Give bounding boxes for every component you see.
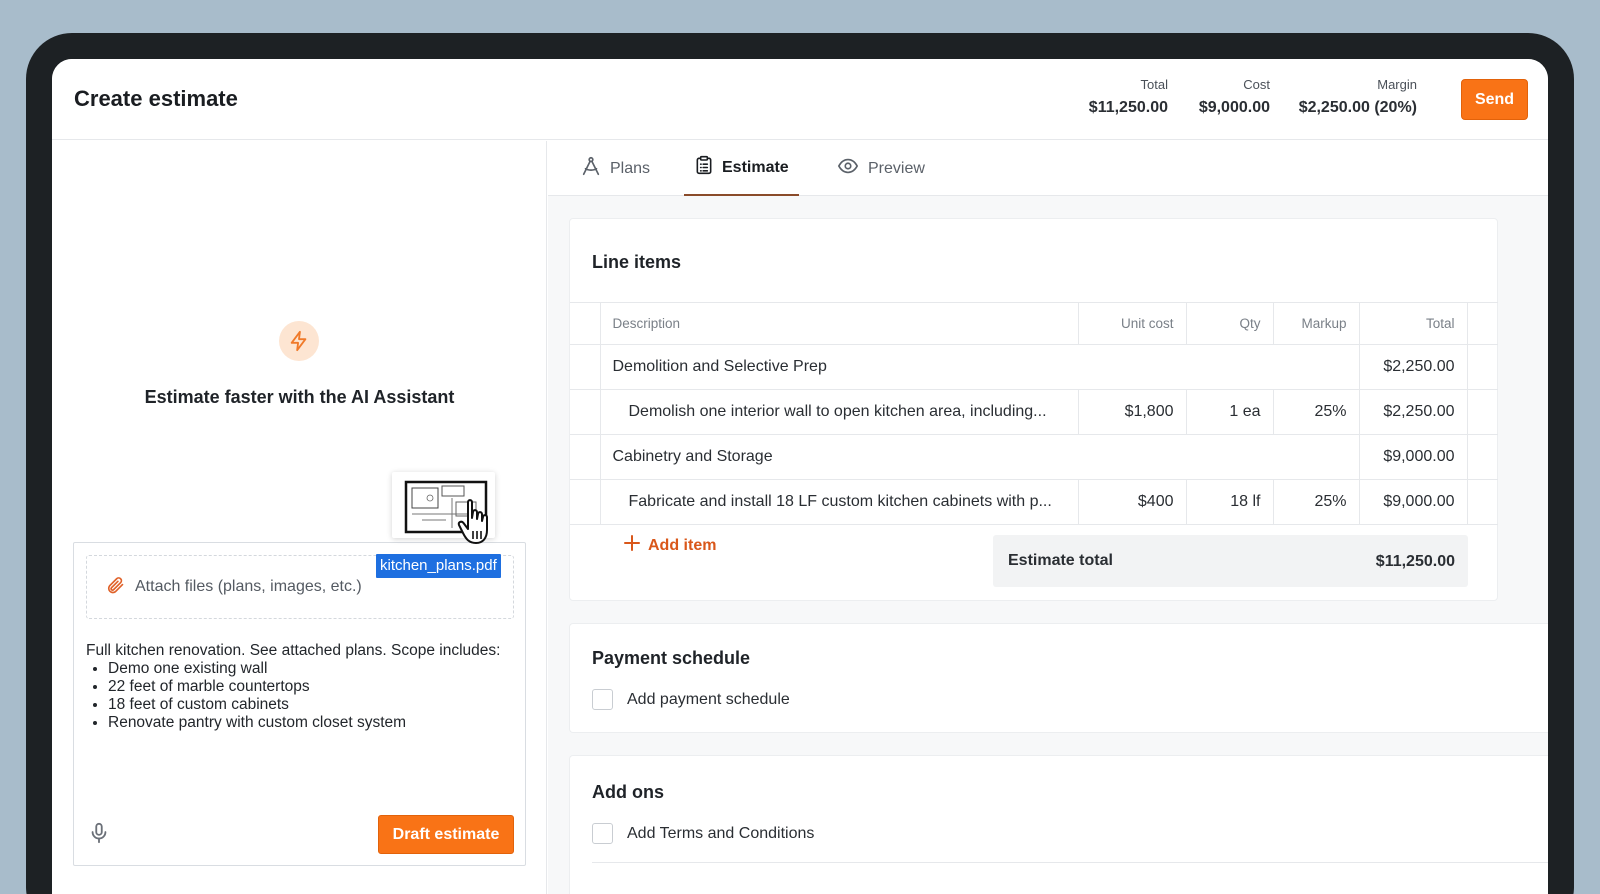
group-total: $9,000.00	[1359, 434, 1468, 480]
estimate-total-box: Estimate total $11,250.00	[993, 535, 1468, 587]
tab-estimate-label: Estimate	[722, 158, 789, 176]
column-header: Total	[1359, 302, 1468, 345]
send-button[interactable]: Send	[1461, 79, 1528, 120]
row-handle[interactable]	[570, 434, 601, 480]
item-qty[interactable]: 18 lf	[1186, 479, 1274, 525]
payment-schedule-checkbox-label: Add payment schedule	[627, 690, 790, 708]
line-items-card: Line items Description Unit cost Qty Mar…	[569, 218, 1498, 601]
row-handle-header	[570, 302, 601, 345]
metric-cost-value: $9,000.00	[1198, 99, 1270, 116]
compass-icon	[580, 155, 602, 182]
microphone-icon[interactable]	[88, 821, 110, 850]
metric-total-label: Total	[1140, 77, 1168, 92]
add-item-button[interactable]: Add item	[624, 535, 716, 556]
item-unit-cost[interactable]: $1,800	[1078, 389, 1187, 435]
column-header: Qty	[1186, 302, 1274, 345]
top-bar: Create estimate Total $11,250.00 Cost $9…	[52, 59, 1548, 140]
metric-cost: Cost $9,000.00	[1199, 77, 1270, 117]
estimate-total-value: $11,250.00	[1375, 553, 1455, 570]
item-total: $2,250.00	[1359, 389, 1468, 435]
item-description[interactable]: Fabricate and install 18 LF custom kitch…	[600, 479, 1079, 525]
tab-bar: Plans Estimate Preview	[548, 141, 1548, 196]
group-total: $2,250.00	[1359, 344, 1468, 390]
table-row-group[interactable]: Cabinetry and Storage $9,000.00	[570, 434, 1498, 480]
line-items-table: Description Unit cost Qty Markup Total D…	[570, 302, 1498, 525]
payment-schedule-checkbox[interactable]	[592, 689, 613, 710]
attach-files-placeholder: Attach files (plans, images, etc.)	[135, 578, 362, 595]
payment-schedule-title: Payment schedule	[592, 648, 751, 668]
row-handle[interactable]	[570, 389, 601, 435]
app-screen: Create estimate Total $11,250.00 Cost $9…	[52, 59, 1548, 894]
group-description[interactable]: Cabinetry and Storage	[600, 434, 1360, 480]
metric-margin: Margin $2,250.00 (20%)	[1299, 77, 1417, 117]
draft-estimate-button[interactable]: Draft estimate	[378, 815, 514, 854]
add-item-label: Add item	[648, 536, 717, 554]
lightning-icon	[279, 321, 319, 361]
item-total: $9,000.00	[1359, 479, 1468, 525]
row-actions[interactable]	[1467, 389, 1498, 435]
metric-total-value: $11,250.00	[1088, 99, 1168, 116]
row-actions-header	[1467, 302, 1498, 345]
scope-list: Demo one existing wall 22 feet of marble…	[108, 660, 506, 732]
payment-schedule-card: Payment schedule Add payment schedule	[569, 623, 1548, 733]
paperclip-icon	[105, 575, 125, 600]
scope-textarea[interactable]: Full kitchen renovation. See attached pl…	[86, 642, 506, 732]
table-header-row: Description Unit cost Qty Markup Total	[570, 302, 1498, 345]
dragged-file-name: kitchen_plans.pdf	[376, 554, 501, 578]
table-row[interactable]: Demolish one interior wall to open kitch…	[570, 389, 1498, 435]
table-row[interactable]: Fabricate and install 18 LF custom kitch…	[570, 479, 1498, 525]
scope-item: 18 feet of custom cabinets	[108, 696, 506, 714]
scope-item: Demo one existing wall	[108, 660, 506, 678]
tab-plans[interactable]: Plans	[578, 141, 652, 196]
estimate-panel: Plans Estimate Preview Line items Descri…	[548, 141, 1548, 894]
tab-preview[interactable]: Preview	[834, 141, 927, 196]
hand-cursor-icon	[457, 498, 497, 551]
terms-checkbox[interactable]	[592, 823, 613, 844]
add-terms-option[interactable]: Add Terms and Conditions	[592, 823, 814, 844]
row-actions[interactable]	[1467, 479, 1498, 525]
item-unit-cost[interactable]: $400	[1078, 479, 1187, 525]
metric-total: Total $11,250.00	[1089, 77, 1168, 117]
item-markup[interactable]: 25%	[1273, 389, 1360, 435]
row-actions[interactable]	[1467, 344, 1498, 390]
clipboard-icon	[694, 154, 714, 181]
column-header: Description	[600, 302, 1079, 345]
tab-plans-label: Plans	[610, 159, 651, 177]
column-header: Unit cost	[1078, 302, 1187, 345]
item-markup[interactable]: 25%	[1273, 479, 1360, 525]
ai-assistant-panel: Estimate faster with the AI Assistant At…	[52, 141, 547, 894]
add-ons-card: Add ons Add Terms and Conditions	[569, 755, 1548, 894]
metric-margin-value: $2,250.00 (20%)	[1298, 99, 1417, 116]
group-description[interactable]: Demolition and Selective Prep	[600, 344, 1360, 390]
tab-estimate[interactable]: Estimate	[684, 141, 799, 196]
scope-intro: Full kitchen renovation. See attached pl…	[86, 642, 501, 659]
divider	[592, 862, 1548, 863]
metric-cost-label: Cost	[1243, 77, 1270, 92]
row-handle[interactable]	[570, 344, 601, 390]
row-actions[interactable]	[1467, 434, 1498, 480]
scope-item: 22 feet of marble countertops	[108, 678, 506, 696]
item-qty[interactable]: 1 ea	[1186, 389, 1274, 435]
line-items-title: Line items	[592, 252, 682, 272]
page-title: Create estimate	[74, 86, 238, 111]
add-payment-schedule-option[interactable]: Add payment schedule	[592, 689, 790, 710]
ai-assistant-heading: Estimate faster with the AI Assistant	[144, 387, 455, 407]
eye-icon	[836, 155, 860, 182]
estimate-total-label: Estimate total	[1008, 552, 1113, 569]
prompt-composer[interactable]: Attach files (plans, images, etc.) Full …	[73, 542, 526, 866]
row-handle[interactable]	[570, 479, 601, 525]
column-header: Markup	[1273, 302, 1360, 345]
add-ons-title: Add ons	[592, 782, 664, 802]
table-row-group[interactable]: Demolition and Selective Prep $2,250.00	[570, 344, 1498, 390]
scope-item: Renovate pantry with custom closet syste…	[108, 714, 506, 732]
plus-icon	[624, 535, 640, 556]
terms-checkbox-label: Add Terms and Conditions	[627, 824, 815, 842]
item-description[interactable]: Demolish one interior wall to open kitch…	[600, 389, 1079, 435]
tab-preview-label: Preview	[868, 159, 925, 177]
metric-margin-label: Margin	[1377, 77, 1417, 92]
